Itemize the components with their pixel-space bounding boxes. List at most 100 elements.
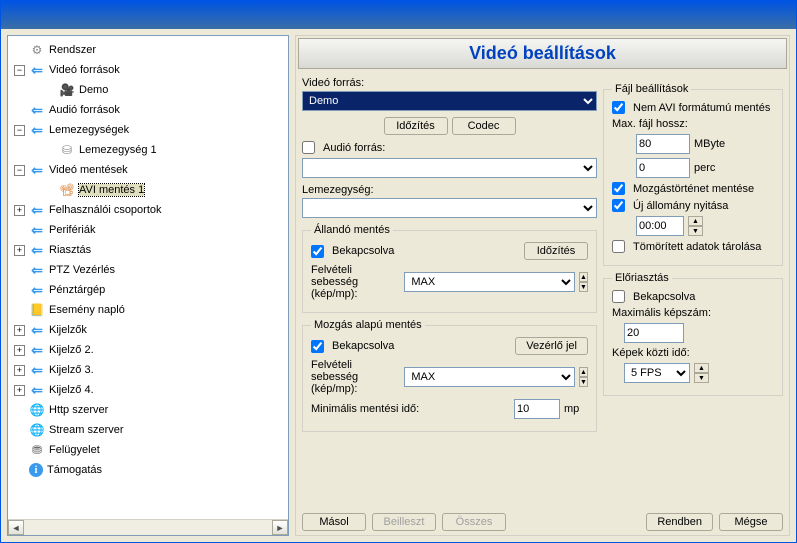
elor-bekapcsolva-checkbox[interactable] bbox=[612, 290, 625, 303]
label-allando-seb: Felvételi sebesség (kép/mp): bbox=[311, 264, 396, 300]
expander-icon[interactable]: − bbox=[14, 125, 25, 136]
camera-icon: 🎥 bbox=[59, 82, 75, 98]
label-mbyte: MByte bbox=[694, 138, 725, 150]
globe-icon: 🌐 bbox=[29, 402, 45, 418]
codec-button[interactable]: Codec bbox=[452, 117, 516, 135]
uj-allomany-checkbox[interactable] bbox=[612, 199, 625, 212]
video-forras-select[interactable]: Demo bbox=[302, 91, 597, 111]
spin-up-icon[interactable]: ▲ bbox=[579, 272, 588, 282]
log-icon: 📒 bbox=[29, 302, 45, 318]
tree-http[interactable]: Http szerver bbox=[49, 404, 108, 416]
gear-icon: ⚙ bbox=[29, 42, 45, 58]
vezerlo-jel-button[interactable]: Vezérlő jel bbox=[515, 337, 588, 355]
beilleszt-button[interactable]: Beilleszt bbox=[372, 513, 436, 531]
expander-icon[interactable]: − bbox=[14, 165, 25, 176]
expander-icon[interactable]: + bbox=[14, 385, 25, 396]
label-allando-bekapcsolva: Bekapcsolva bbox=[332, 245, 394, 257]
expander-icon[interactable]: − bbox=[14, 65, 25, 76]
arrow-icon: ⇐ bbox=[29, 262, 45, 278]
tree-audio-forrasok[interactable]: Audió források bbox=[49, 104, 120, 116]
osszes-button[interactable]: Összes bbox=[442, 513, 506, 531]
tree-video-mentesek[interactable]: Videó mentések bbox=[49, 164, 128, 176]
mozgas-seb-select[interactable]: MAX bbox=[404, 367, 575, 387]
tree-esemeny[interactable]: Esemény napló bbox=[49, 304, 125, 316]
allando-bekapcsolva-checkbox[interactable] bbox=[311, 245, 324, 258]
mozgas-bekapcsolva-checkbox[interactable] bbox=[311, 340, 324, 353]
nem-avi-checkbox[interactable] bbox=[612, 101, 625, 114]
expander-icon[interactable]: + bbox=[14, 325, 25, 336]
tree-felhasznalok[interactable]: Felhasználói csoportok bbox=[49, 204, 162, 216]
arrow-icon: ⇐ bbox=[29, 222, 45, 238]
spin-up-icon[interactable]: ▲ bbox=[694, 363, 709, 373]
horizontal-scrollbar[interactable]: ◄ ► bbox=[8, 519, 288, 535]
tree-kijelzo4[interactable]: Kijelző 4. bbox=[49, 384, 94, 396]
info-icon: i bbox=[29, 463, 43, 477]
label-max-fajl-hossz: Max. fájl hossz: bbox=[612, 118, 688, 130]
arrow-icon: ⇐ bbox=[29, 342, 45, 358]
masol-button[interactable]: Másol bbox=[302, 513, 366, 531]
tomoritett-checkbox[interactable] bbox=[612, 240, 625, 253]
tree-kijelzo3[interactable]: Kijelző 3. bbox=[49, 364, 94, 376]
arrow-icon: ⇐ bbox=[29, 382, 45, 398]
label-video-forras: Videó forrás: bbox=[302, 77, 597, 89]
spin-down-icon[interactable]: ▼ bbox=[688, 226, 703, 236]
tree-periferiak[interactable]: Perifériák bbox=[49, 224, 95, 236]
tree-stream[interactable]: Stream szerver bbox=[49, 424, 124, 436]
tree-video-forrasok[interactable]: Videó források bbox=[49, 64, 120, 76]
legend-allando: Állandó mentés bbox=[311, 224, 393, 236]
scroll-right-icon[interactable]: ► bbox=[272, 520, 288, 535]
legend-fajl: Fájl beállítások bbox=[612, 83, 691, 95]
spin-up-icon[interactable]: ▲ bbox=[579, 367, 588, 377]
group-mozgas-mentes: Mozgás alapú mentés Bekapcsolva Vezérlő … bbox=[302, 319, 597, 432]
min-mentesi-input[interactable] bbox=[514, 399, 560, 419]
max-kepszam-input[interactable] bbox=[624, 323, 684, 343]
kepek-kozti-select[interactable]: 5 FPS bbox=[624, 363, 690, 383]
max-fajl-mbyte-input[interactable] bbox=[636, 134, 690, 154]
arrow-icon: ⇐ bbox=[29, 242, 45, 258]
label-mozgastortenet: Mozgástörténet mentése bbox=[633, 183, 754, 195]
arrow-icon: ⇐ bbox=[29, 282, 45, 298]
allando-seb-select[interactable]: MAX bbox=[404, 272, 575, 292]
max-fajl-perc-input[interactable] bbox=[636, 158, 690, 178]
arrow-icon: ⇐ bbox=[29, 162, 45, 178]
expander-icon[interactable]: + bbox=[14, 205, 25, 216]
tree-kijelzok[interactable]: Kijelzők bbox=[49, 324, 87, 336]
rendben-button[interactable]: Rendben bbox=[646, 513, 713, 531]
tree-tamogatas[interactable]: Támogatás bbox=[47, 464, 102, 476]
label-nem-avi: Nem AVI formátumú mentés bbox=[633, 102, 770, 114]
expander-icon[interactable]: + bbox=[14, 245, 25, 256]
tree-avi-mentes1[interactable]: AVI mentés 1 bbox=[79, 184, 144, 196]
allando-idozites-button[interactable]: Időzítés bbox=[524, 242, 588, 260]
tree-felugyelet[interactable]: Felügyelet bbox=[49, 444, 100, 456]
megse-button[interactable]: Mégse bbox=[719, 513, 783, 531]
tree-ptz[interactable]: PTZ Vezérlés bbox=[49, 264, 115, 276]
tree-kijelzo2[interactable]: Kijelző 2. bbox=[49, 344, 94, 356]
audio-forras-checkbox[interactable] bbox=[302, 141, 315, 154]
scroll-left-icon[interactable]: ◄ bbox=[8, 520, 24, 535]
arrow-icon: ⇐ bbox=[29, 362, 45, 378]
spin-down-icon[interactable]: ▼ bbox=[579, 282, 588, 292]
tree-riasztas[interactable]: Riasztás bbox=[49, 244, 91, 256]
tree-lemezegyseg1[interactable]: Lemezegység 1 bbox=[79, 144, 157, 156]
uj-allomany-ido-input[interactable] bbox=[636, 216, 684, 236]
mozgastortenet-checkbox[interactable] bbox=[612, 182, 625, 195]
idozites-button[interactable]: Időzítés bbox=[384, 117, 448, 135]
spin-up-icon[interactable]: ▲ bbox=[688, 216, 703, 226]
audio-forras-select[interactable] bbox=[302, 158, 597, 178]
disks-icon: ⛃ bbox=[29, 442, 45, 458]
spin-down-icon[interactable]: ▼ bbox=[579, 377, 588, 387]
tree-penztar[interactable]: Pénztárgép bbox=[49, 284, 105, 296]
spin-down-icon[interactable]: ▼ bbox=[694, 373, 709, 383]
label-uj-allomany: Új állomány nyitása bbox=[633, 200, 728, 212]
arrow-icon: ⇐ bbox=[29, 202, 45, 218]
label-elor-bekapcsolva: Bekapcsolva bbox=[633, 291, 695, 303]
tree-lemezegysegek[interactable]: Lemezegységek bbox=[49, 124, 129, 136]
expander-icon[interactable]: + bbox=[14, 365, 25, 376]
tree-demo[interactable]: Demo bbox=[79, 84, 108, 96]
tree-panel: ⚙ Rendszer − ⇐ Videó források 🎥 Demo ⇐ A… bbox=[7, 35, 289, 536]
label-min-mentesi: Minimális mentési idő: bbox=[311, 403, 419, 415]
lemezegyseg-select[interactable] bbox=[302, 198, 597, 218]
expander-icon[interactable]: + bbox=[14, 345, 25, 356]
label-kepek-kozti: Képek közti idő: bbox=[612, 347, 690, 359]
tree-rendszer[interactable]: Rendszer bbox=[49, 44, 96, 56]
